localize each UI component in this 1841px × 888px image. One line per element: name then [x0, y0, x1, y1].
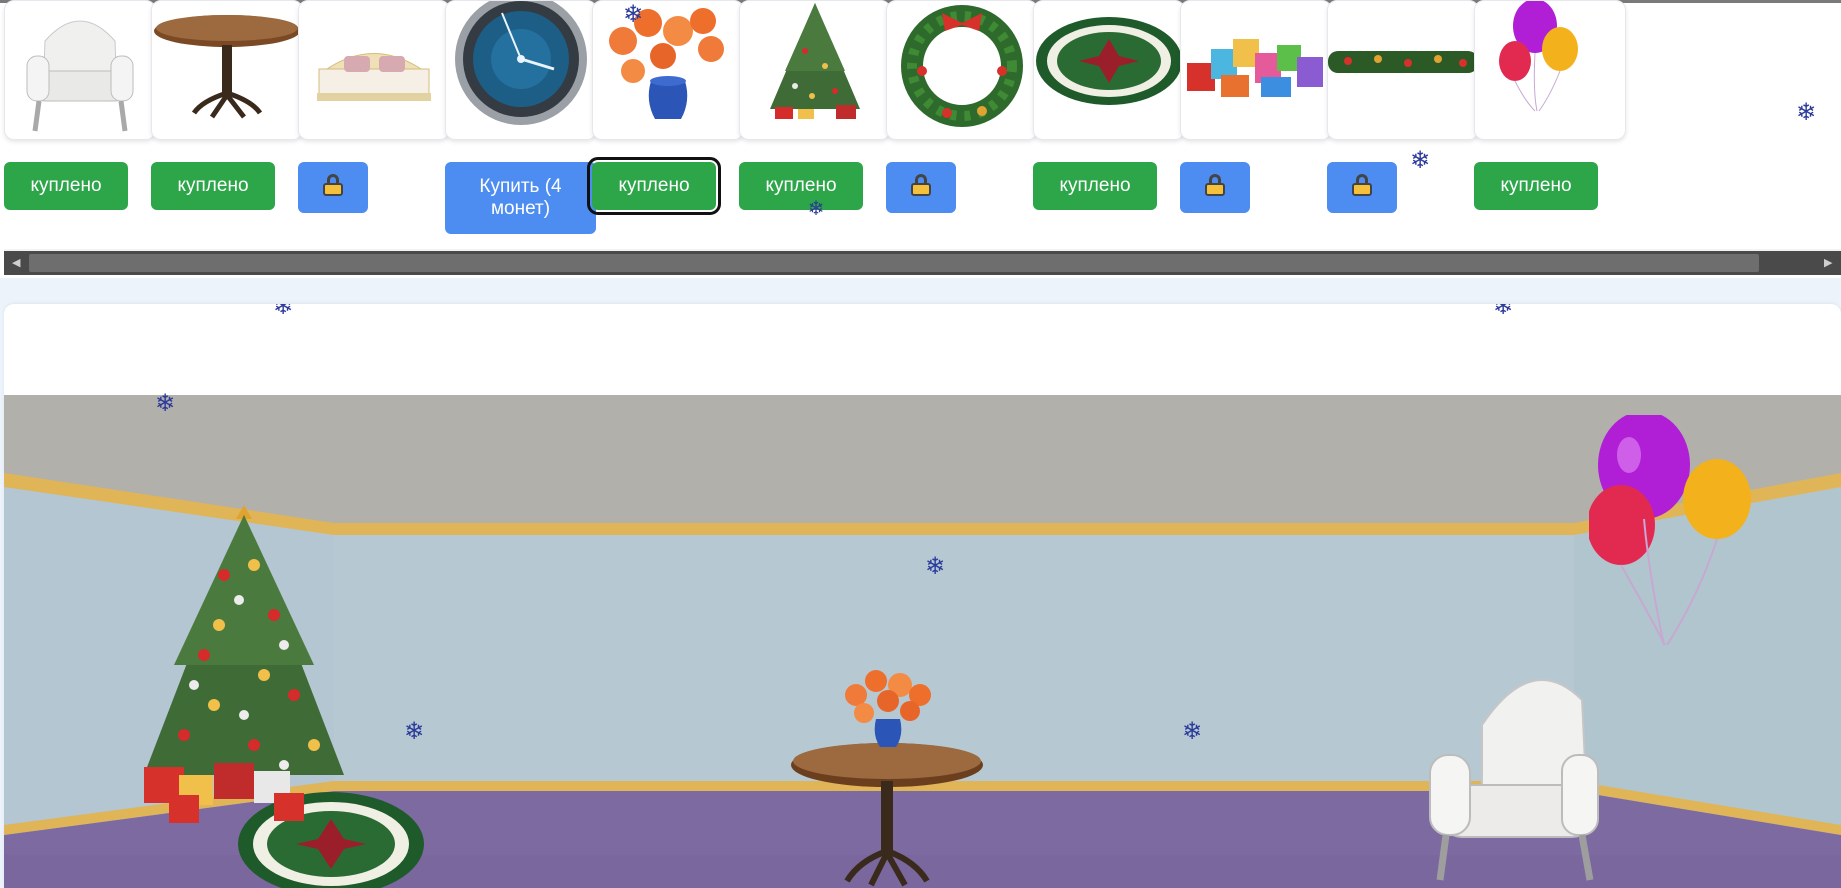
shop-item-christmas-tree: куплено	[739, 0, 891, 240]
shop-item-bed	[298, 0, 450, 240]
shop-item-armchair: куплено	[4, 0, 156, 240]
bed-card[interactable]	[298, 0, 450, 140]
wreath-icon	[901, 5, 1023, 127]
armchair-card[interactable]	[4, 0, 156, 140]
balloons-card[interactable]	[1474, 0, 1626, 140]
armchair-bought-button[interactable]: куплено	[4, 162, 128, 210]
scroll-right-arrow-icon[interactable]: ▶	[1824, 256, 1832, 270]
shop-item-wreath	[886, 0, 1038, 240]
shop-item-balloons: куплено	[1474, 0, 1626, 240]
room-scene[interactable]: ❄ ❄ ❄ ❄	[4, 391, 1841, 888]
scroll-left-arrow-icon[interactable]: ◀	[12, 256, 20, 270]
shop-item-gift-boxes	[1180, 0, 1332, 240]
round-table-card[interactable]	[151, 0, 303, 140]
wall-clock-icon	[455, 1, 587, 125]
wreath-locked-button[interactable]	[886, 162, 956, 213]
placed-christmas-tree[interactable]	[124, 505, 364, 825]
placed-balloons[interactable]	[1589, 415, 1754, 665]
shop-scrollbar[interactable]: ◀ ▶	[4, 249, 1841, 275]
bed-locked-button[interactable]	[298, 162, 368, 213]
round-rug-card[interactable]	[1033, 0, 1185, 140]
flower-vase-card[interactable]	[592, 0, 744, 140]
christmas-tree-bought-button[interactable]: куплено	[739, 162, 863, 210]
garland-card[interactable]	[1327, 0, 1479, 140]
round-rug-bought-button[interactable]: куплено	[1033, 162, 1157, 210]
round-table-bought-button[interactable]: куплено	[151, 162, 275, 210]
shop-item-round-table: куплено	[151, 0, 303, 240]
placed-flower-vase[interactable]	[838, 665, 938, 747]
snowflake-icon: ❄	[272, 304, 294, 320]
shop-item-garland	[1327, 0, 1479, 240]
snowflake-icon: ❄	[1795, 98, 1817, 126]
shop-item-round-rug: куплено	[1033, 0, 1185, 240]
lock-icon	[323, 173, 343, 196]
scrollbar-thumb[interactable]	[29, 254, 1759, 272]
placed-round-table[interactable]	[789, 741, 985, 888]
shop-item-flower-vase: куплено	[587, 0, 744, 240]
christmas-tree-icon	[770, 3, 860, 119]
round-table-icon	[154, 15, 300, 119]
garland-locked-button[interactable]	[1327, 162, 1397, 213]
shop-item-wall-clock: Купить (4 монет)	[445, 0, 597, 240]
armchair-icon	[26, 20, 134, 132]
shop-strip: куплено куплено Купить (4 монет) куплено…	[0, 0, 1841, 278]
gift-boxes-card[interactable]	[1180, 0, 1332, 140]
room-panel: ❄ ❄ ❄ ❄ ❄ ❄	[4, 304, 1841, 888]
christmas-tree-card[interactable]	[739, 0, 891, 140]
balloons-icon	[1499, 1, 1578, 112]
lock-icon	[911, 173, 931, 196]
flower-vase-icon	[609, 8, 724, 119]
bed-icon	[317, 53, 431, 101]
placed-armchair[interactable]	[1422, 655, 1622, 885]
round-rug-icon	[1036, 17, 1182, 105]
wall-clock-buy-button[interactable]: Купить (4 монет)	[445, 162, 596, 234]
gift-boxes-icon	[1187, 39, 1323, 97]
lock-icon	[1352, 173, 1372, 196]
balloons-bought-button[interactable]: куплено	[1474, 162, 1598, 210]
wall-clock-card[interactable]	[445, 0, 597, 140]
garland-icon	[1328, 51, 1478, 73]
wreath-card[interactable]	[886, 0, 1038, 140]
lock-icon	[1205, 173, 1225, 196]
gift-boxes-locked-button[interactable]	[1180, 162, 1250, 213]
flower-vase-bought-button[interactable]: куплено	[587, 157, 721, 215]
snowflake-icon: ❄	[1492, 304, 1514, 320]
